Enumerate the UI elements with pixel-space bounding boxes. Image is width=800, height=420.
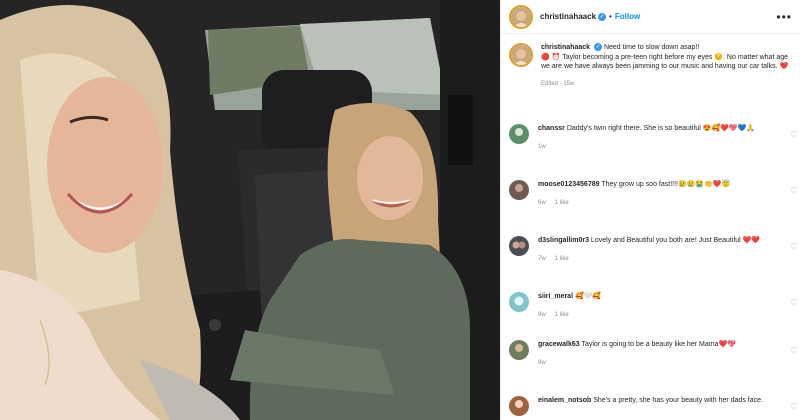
commenter-avatar[interactable] xyxy=(509,340,529,360)
comment-time: 1w xyxy=(538,144,546,150)
comment-time: 7w xyxy=(538,256,546,262)
comment-likes[interactable]: 1 like xyxy=(555,200,569,206)
heart-outline-icon[interactable]: ♡ xyxy=(790,186,797,195)
heart-outline-icon[interactable]: ♡ xyxy=(790,346,797,355)
post-header: christinahaack ✓ • Follow ••• xyxy=(501,0,800,34)
caption-body: christinahaack ✓ Need time to slow down … xyxy=(541,43,791,89)
comment-time: 8w xyxy=(538,360,546,366)
comment-item: moose0123456789 They grow up soo fast!!!… xyxy=(501,180,800,208)
caption-username[interactable]: christinahaack xyxy=(541,44,590,51)
caption-author-avatar[interactable] xyxy=(509,43,533,67)
commenter-avatar[interactable] xyxy=(509,180,529,200)
comment-text: They grow up soo fast!!!!😢😢😭👏❤️😇 xyxy=(601,181,731,188)
comment-text: She's a pretty, she has your beauty with… xyxy=(593,397,763,404)
commenter-username[interactable]: siiri_meral xyxy=(538,293,573,300)
comment-time: 8w xyxy=(538,312,546,318)
commenter-avatar[interactable] xyxy=(509,292,529,312)
commenter-username[interactable]: chanssr xyxy=(538,125,565,132)
comment-likes[interactable]: 1 like xyxy=(555,312,569,318)
comment-text: Lovely and Beautiful you both are! Just … xyxy=(590,237,761,244)
comment-item: d3slingallim0r3 Lovely and Beautiful you… xyxy=(501,236,800,264)
comment-item: gracewalk63 Taylor is going to be a beau… xyxy=(501,340,800,368)
comment-item: siiri_meral 🥰🤍🥰 8w 1 like ♡ xyxy=(501,292,800,320)
caption-text-line1: Need time to slow down asap!! xyxy=(603,44,700,51)
post-side-panel: christinahaack ✓ • Follow ••• christinah… xyxy=(500,0,800,420)
commenter-username[interactable]: d3slingallim0r3 xyxy=(538,237,589,244)
more-options-icon[interactable]: ••• xyxy=(776,10,792,24)
author-username[interactable]: christinahaack xyxy=(540,12,596,21)
heart-outline-icon[interactable]: ♡ xyxy=(790,130,797,139)
heart-outline-icon[interactable]: ♡ xyxy=(790,242,797,251)
comment-text: 🥰🤍🥰 xyxy=(574,293,602,300)
commenter-avatar[interactable] xyxy=(509,396,529,416)
comment-item: einalem_notsob She's a pretty, she has y… xyxy=(501,396,800,416)
commenter-avatar[interactable] xyxy=(509,124,529,144)
verified-badge-icon: ✓ xyxy=(598,12,607,21)
commenter-username[interactable]: einalem_notsob xyxy=(538,397,591,404)
post-caption: christinahaack ✓ Need time to slow down … xyxy=(501,34,800,89)
comment-time: 6w xyxy=(538,200,546,206)
caption-text-line2: 🔴 ⏰ Taylor becoming a pre-teen right bef… xyxy=(541,53,789,71)
post-photo[interactable] xyxy=(0,0,500,420)
commenter-username[interactable]: gracewalk63 xyxy=(538,341,580,348)
caption-meta: Edited · 15w xyxy=(541,80,575,87)
commenter-username[interactable]: moose0123456789 xyxy=(538,181,600,188)
commenter-avatar[interactable] xyxy=(509,236,529,256)
verified-badge-icon: ✓ xyxy=(593,43,602,52)
comment-text: Daddy's twin right there. She is so beau… xyxy=(566,125,756,132)
comment-likes[interactable]: 1 like xyxy=(555,256,569,262)
heart-outline-icon[interactable]: ♡ xyxy=(790,298,797,307)
comment-text: Taylor is going to be a beauty like her … xyxy=(581,341,736,348)
heart-outline-icon[interactable]: ♡ xyxy=(790,402,797,411)
comment-item: chanssr Daddy's twin right there. She is… xyxy=(501,124,800,152)
post-image xyxy=(0,0,500,420)
separator-dot: • xyxy=(609,12,612,21)
author-avatar[interactable] xyxy=(509,4,533,29)
follow-button[interactable]: Follow xyxy=(615,12,640,21)
